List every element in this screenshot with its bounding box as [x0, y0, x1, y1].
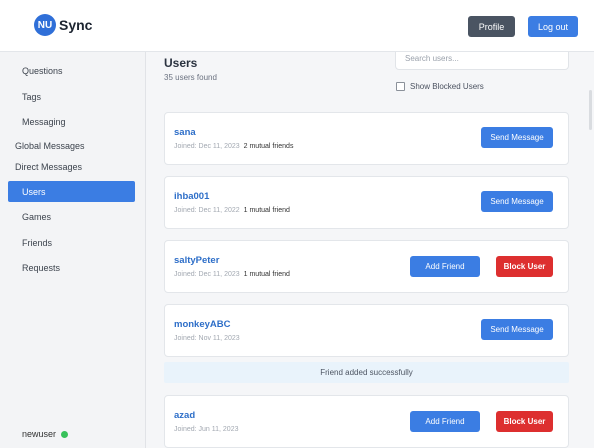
mutual-friends: 1 mutual friend [243, 271, 290, 278]
show-blocked-label: Show Blocked Users [410, 82, 484, 91]
send-message-button[interactable]: Send Message [481, 319, 553, 340]
logo-text: Sync [59, 17, 93, 33]
joined-date: Joined: Nov 11, 2023 [174, 335, 240, 342]
user-card: monkeyABC Joined: Nov 11, 2023 Send Mess… [164, 304, 569, 357]
joined-date: Joined: Dec 11, 2022 [174, 207, 240, 214]
user-card: azad Joined: Jun 11, 2023 Add Friend Blo… [164, 395, 569, 448]
username-link[interactable]: azad [174, 410, 195, 421]
user-meta: Joined: Dec 11, 2022 1 mutual friend [174, 207, 290, 214]
logout-button[interactable]: Log out [528, 16, 578, 37]
sidebar-item-global-messages[interactable]: Global Messages [8, 135, 135, 156]
sidebar: Questions Tags Messaging Global Messages… [0, 52, 146, 448]
current-user: newuser [22, 429, 69, 439]
user-count: 35 users found [164, 73, 217, 82]
sidebar-item-requests[interactable]: Requests [8, 257, 135, 278]
show-blocked-checkbox[interactable] [396, 82, 405, 91]
current-username: newuser [22, 429, 57, 439]
sidebar-item-messaging[interactable]: Messaging [8, 111, 135, 132]
logo-badge: NU [34, 14, 56, 36]
sidebar-item-games[interactable]: Games [8, 206, 135, 227]
page-title: Users [164, 56, 198, 70]
success-toast: Friend added successfully [164, 362, 569, 383]
joined-date: Joined: Dec 11, 2023 [174, 143, 240, 150]
main-content: Users 35 users found Show Blocked Users … [146, 52, 594, 448]
user-card: sana Joined: Dec 11, 2023 2 mutual frien… [164, 112, 569, 165]
block-user-button[interactable]: Block User [496, 256, 553, 277]
sidebar-item-direct-messages[interactable]: Direct Messages [8, 156, 135, 177]
mutual-friends: 2 mutual friends [243, 143, 294, 150]
username-link[interactable]: saltyPeter [174, 255, 219, 266]
block-user-button[interactable]: Block User [496, 411, 553, 432]
show-blocked-toggle[interactable]: Show Blocked Users [396, 82, 484, 91]
user-meta: Joined: Dec 11, 2023 2 mutual friends [174, 143, 293, 150]
user-meta: Joined: Dec 11, 2023 1 mutual friend [174, 271, 290, 278]
sidebar-item-questions[interactable]: Questions [8, 60, 135, 81]
username-link[interactable]: monkeyABC [174, 319, 231, 330]
scrollbar-thumb[interactable] [589, 90, 592, 130]
mutual-friends: 1 mutual friend [243, 207, 290, 214]
add-friend-button[interactable]: Add Friend [410, 411, 480, 432]
sidebar-item-tags[interactable]: Tags [8, 86, 135, 107]
send-message-button[interactable]: Send Message [481, 127, 553, 148]
username-link[interactable]: ihba001 [174, 191, 209, 202]
send-message-button[interactable]: Send Message [481, 191, 553, 212]
sidebar-item-users[interactable]: Users [8, 181, 135, 202]
joined-date: Joined: Dec 11, 2023 [174, 271, 240, 278]
user-meta: Joined: Jun 11, 2023 [174, 426, 238, 433]
user-card: ihba001 Joined: Dec 11, 2022 1 mutual fr… [164, 176, 569, 229]
top-header: NU Sync Profile Log out [0, 0, 594, 52]
sidebar-item-friends[interactable]: Friends [8, 232, 135, 253]
profile-button[interactable]: Profile [468, 16, 515, 37]
add-friend-button[interactable]: Add Friend [410, 256, 480, 277]
joined-date: Joined: Jun 11, 2023 [174, 426, 239, 433]
username-link[interactable]: sana [174, 127, 196, 138]
online-status-icon [61, 430, 69, 438]
search-input[interactable] [395, 52, 569, 70]
app-logo[interactable]: NU Sync [34, 14, 92, 36]
user-card: saltyPeter Joined: Dec 11, 2023 1 mutual… [164, 240, 569, 293]
user-meta: Joined: Nov 11, 2023 [174, 335, 240, 342]
